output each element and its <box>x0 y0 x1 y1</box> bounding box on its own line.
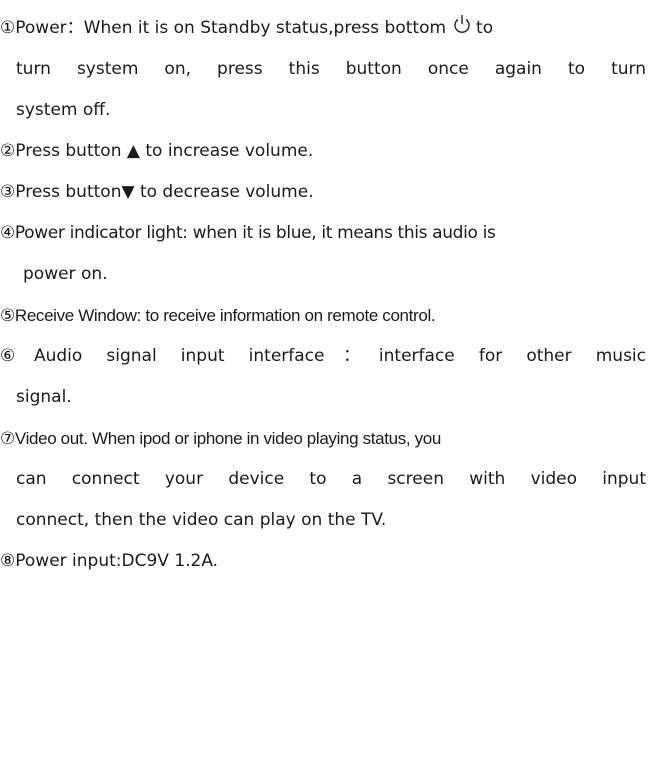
item-text: Video out. When ipod or iphone in video … <box>14 429 441 448</box>
item-text: Power indicator light: when it is blue, … <box>14 223 496 243</box>
item-power-input-line-1: ⑧Power input:DC9V 1.2A. <box>0 541 646 582</box>
item-text: Power：When it is on Standby status,press… <box>15 18 447 38</box>
item-power-indicator-line-1: ④Power indicator light: when it is blue,… <box>0 213 646 254</box>
item-video-out: ⑦Video out. When ipod or iphone in video… <box>0 418 646 541</box>
item-volume-up: ②Press button ▲ to increase volume. <box>0 131 646 172</box>
item-video-out-line-3: connect, then the video can play on the … <box>16 510 387 530</box>
item-marker: ① <box>0 18 16 38</box>
item-receive-window-line-1: ⑤Receive Window: to receive information … <box>0 295 646 336</box>
item-marker: ⑧ <box>0 551 16 571</box>
item-power-line-2: turn system on, press this button once a… <box>16 59 646 79</box>
item-power-input: ⑧Power input:DC9V 1.2A. <box>0 541 646 582</box>
item-video-out-line-2: can connect your device to a screen with… <box>16 469 646 489</box>
item-volume-up-line-1: ②Press button ▲ to increase volume. <box>0 131 646 172</box>
item-text: Press button▼ to decrease volume. <box>15 182 314 202</box>
item-audio-input-line-2: signal. <box>16 387 72 407</box>
item-text: Receive Window: to receive information o… <box>14 306 436 325</box>
item-marker: ⑤ <box>0 306 15 325</box>
item-marker: ② <box>0 141 16 161</box>
item-power: ①Power：When it is on Standby status,pres… <box>0 8 646 131</box>
item-video-out-line-1: ⑦Video out. When ipod or iphone in video… <box>0 418 646 459</box>
item-power-line-1: ①Power：When it is on Standby status,pres… <box>0 8 646 49</box>
item-text: Power input:DC9V 1.2A. <box>15 551 219 571</box>
item-audio-input-line-1: ⑥Audio signal input interface：interface … <box>0 336 646 377</box>
item-marker: ④ <box>0 223 15 243</box>
item-power-indicator: ④Power indicator light: when it is blue,… <box>0 213 646 295</box>
manual-text: ①Power：When it is on Standby status,pres… <box>0 8 646 582</box>
item-volume-down: ③Press button▼ to decrease volume. <box>0 172 646 213</box>
item-marker: ③ <box>0 182 16 202</box>
item-text: Press button ▲ to increase volume. <box>15 141 314 161</box>
item-power-line-3: system off. <box>16 100 111 120</box>
item-audio-input: ⑥Audio signal input interface：interface … <box>0 336 646 418</box>
item-marker: ⑦ <box>0 429 15 448</box>
item-text: to <box>476 18 494 38</box>
power-icon <box>454 15 470 33</box>
item-receive-window: ⑤Receive Window: to receive information … <box>0 295 646 336</box>
item-text: Audio signal input interface：interface f… <box>33 346 646 366</box>
item-volume-down-line-1: ③Press button▼ to decrease volume. <box>0 172 646 213</box>
item-marker: ⑥ <box>0 346 34 366</box>
item-power-indicator-line-2: power on. <box>23 264 108 284</box>
